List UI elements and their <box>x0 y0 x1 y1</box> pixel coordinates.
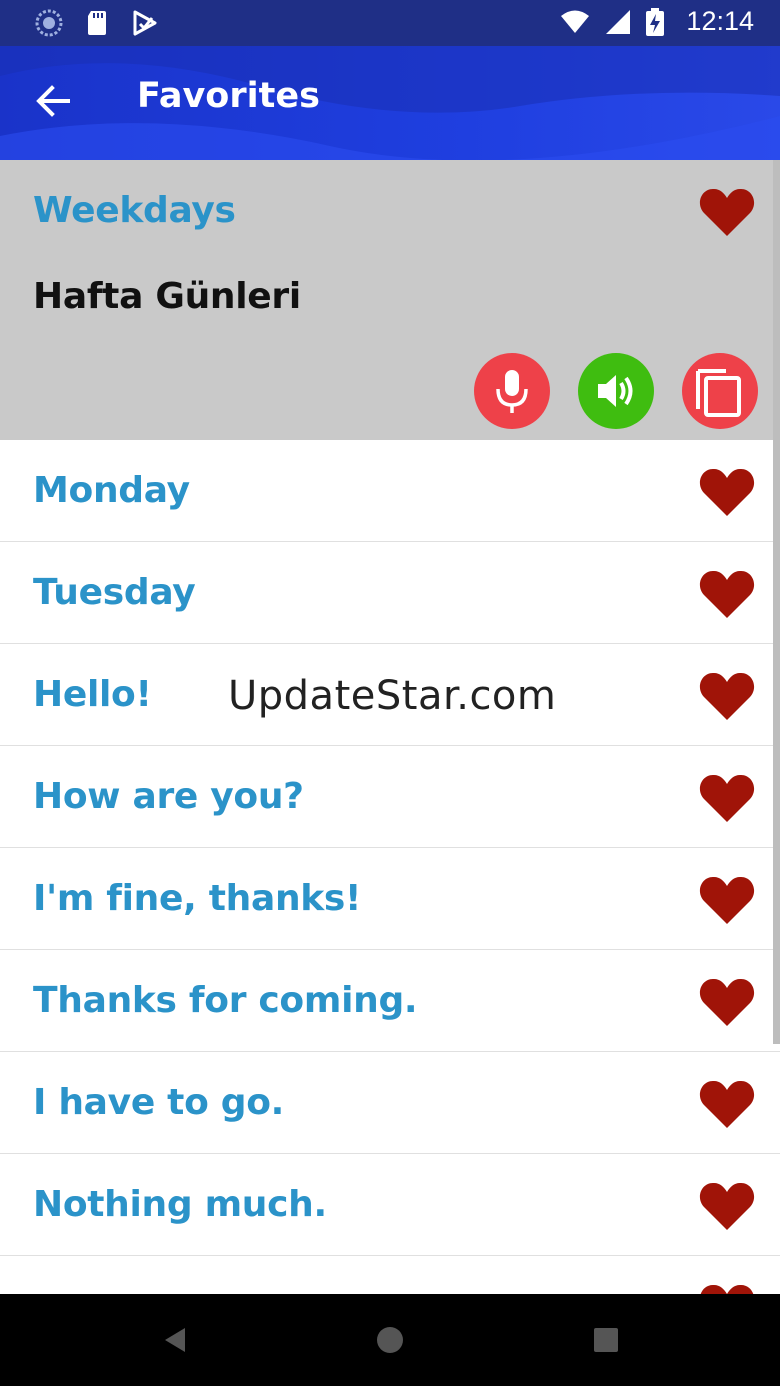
heart-icon[interactable] <box>698 568 756 620</box>
phrase-text: I have to go. <box>33 1082 285 1123</box>
expanded-list-item[interactable]: Weekdays Hafta Günleri <box>0 160 780 440</box>
recents-square-icon[interactable] <box>590 1324 622 1356</box>
copy-icon <box>696 369 741 417</box>
heart-icon[interactable] <box>698 772 756 824</box>
home-circle-icon[interactable] <box>374 1324 406 1356</box>
heart-icon[interactable] <box>698 1282 756 1294</box>
heart-icon[interactable] <box>698 466 756 518</box>
speaker-icon <box>598 375 633 407</box>
arrow-left-icon[interactable] <box>30 78 76 124</box>
phrase-text: Monday <box>33 470 190 511</box>
phrase-text: I'm fine, thanks! <box>33 878 362 919</box>
signal-icon <box>606 9 631 34</box>
list-item[interactable]: I'm fine, thanks! <box>0 848 780 950</box>
app-bar: Favorites <box>0 46 780 160</box>
heart-icon[interactable] <box>698 976 756 1028</box>
status-time: 12:14 <box>686 6 754 36</box>
heart-icon[interactable] <box>698 670 756 722</box>
microphone-button[interactable] <box>474 353 550 429</box>
app-bar-wave-decoration <box>0 46 780 160</box>
status-right-icons: 12:14 <box>560 6 754 37</box>
list-item[interactable]: Thanks for coming. <box>0 950 780 1052</box>
play-store-icon <box>133 10 157 36</box>
heart-icon[interactable] <box>698 1180 756 1232</box>
list-item[interactable]: I have to go. <box>0 1052 780 1154</box>
phrase-text: Tuesday <box>33 572 196 613</box>
navigation-bar <box>0 1294 780 1386</box>
wifi-icon <box>561 10 590 33</box>
speaker-button[interactable] <box>578 353 654 429</box>
phrase-text: Thanks for coming. <box>33 980 418 1021</box>
list-item[interactable]: Monday <box>0 440 780 542</box>
phrase-text: Weekdays <box>33 190 236 231</box>
battery-charging-icon <box>646 7 665 36</box>
list-item[interactable]: How are you? <box>0 746 780 848</box>
watermark: UpdateStar.com <box>228 673 557 719</box>
copy-button[interactable] <box>682 353 758 429</box>
phrase-text: Hello! <box>33 674 152 715</box>
favorites-list: Weekdays Hafta Günleri Monday Tuesday He… <box>0 160 780 1294</box>
microphone-icon <box>496 370 528 413</box>
heart-icon[interactable] <box>698 186 756 238</box>
sync-icon <box>35 9 63 37</box>
page-title: Favorites <box>137 76 320 116</box>
back-triangle-icon[interactable] <box>160 1324 192 1356</box>
phrase-text: How are you? <box>33 776 304 817</box>
list-item[interactable] <box>0 1256 780 1294</box>
status-bar: 12:14 <box>0 0 780 46</box>
list-item[interactable]: Nothing much. <box>0 1154 780 1256</box>
translation-text: Hafta Günleri <box>33 276 301 317</box>
scrollbar[interactable] <box>773 160 780 1044</box>
status-left-icons <box>34 8 160 38</box>
heart-icon[interactable] <box>698 874 756 926</box>
heart-icon[interactable] <box>698 1078 756 1130</box>
list-item[interactable]: Tuesday <box>0 542 780 644</box>
phrase-text: Nothing much. <box>33 1184 327 1225</box>
sd-card-icon <box>88 11 106 35</box>
